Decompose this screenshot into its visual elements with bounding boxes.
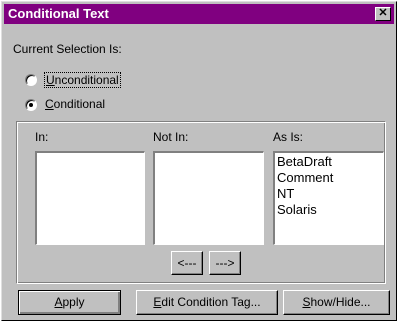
mnemonic-a: A: [54, 295, 63, 309]
mnemonic-u: U: [46, 73, 55, 87]
close-glyph: ✕: [378, 7, 388, 19]
as-is-list-item[interactable]: NT: [275, 186, 383, 202]
edit-text: dit Condition Tag...: [161, 295, 261, 309]
move-left-button[interactable]: <---: [171, 251, 203, 275]
not-in-label: Not In:: [153, 130, 189, 144]
radio-unconditional[interactable]: [25, 74, 37, 86]
radio-unconditional-label[interactable]: Unconditional: [44, 72, 121, 88]
show-hide-button[interactable]: Show/Hide...: [283, 290, 390, 315]
conditional-text-dialog: Conditional Text ✕ Current Selection Is:…: [1, 1, 397, 321]
mnemonic-c: C: [45, 97, 54, 111]
in-label: In:: [35, 130, 49, 144]
as-is-list-item[interactable]: Solaris: [275, 202, 383, 218]
as-is-label: As Is:: [273, 130, 304, 144]
as-is-list-item[interactable]: BetaDraft: [275, 154, 383, 170]
radio-conditional[interactable]: [25, 99, 37, 111]
radio-conditional-text: onditional: [53, 97, 106, 111]
not-in-listbox[interactable]: [153, 151, 264, 245]
in-listbox[interactable]: [35, 151, 145, 245]
as-is-items: BetaDraft Comment NT Solaris: [275, 153, 383, 218]
show-text: how/Hide...: [310, 295, 371, 309]
as-is-listbox[interactable]: BetaDraft Comment NT Solaris: [273, 151, 384, 245]
apply-button[interactable]: Apply: [18, 290, 121, 315]
condition-lists-group: In: Not In: As Is: BetaDraft Comment NT Sol…: [16, 121, 386, 284]
title-bar: Conditional Text ✕: [4, 4, 394, 24]
dialog-title: Conditional Text: [8, 6, 109, 21]
edit-condition-tag-button[interactable]: Edit Condition Tag...: [136, 290, 278, 315]
apply-text: pply: [62, 295, 85, 309]
radio-unconditional-text: nconditional: [54, 73, 119, 87]
close-icon[interactable]: ✕: [375, 7, 391, 21]
radio-conditional-label[interactable]: Conditional: [45, 97, 105, 111]
radio-selected-dot: [29, 103, 33, 107]
as-is-list-item[interactable]: Comment: [275, 170, 383, 186]
move-right-button[interactable]: --->: [209, 251, 241, 275]
current-selection-label: Current Selection Is:: [13, 42, 122, 56]
